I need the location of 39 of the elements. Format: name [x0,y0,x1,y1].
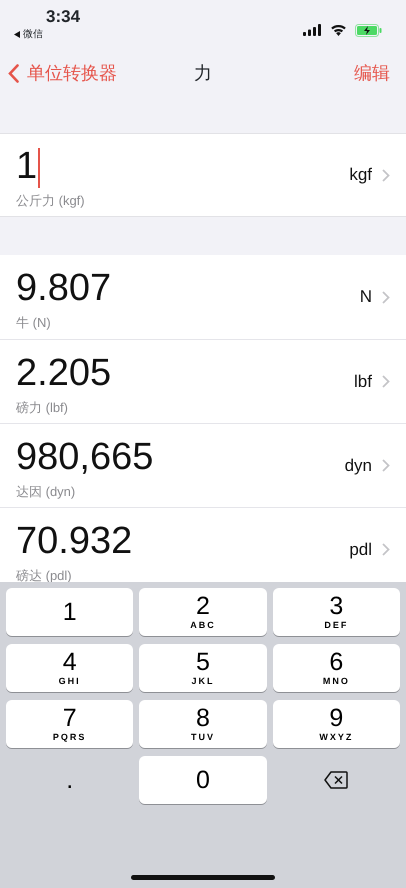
unit-name: 公斤力 (kgf) [16,192,85,210]
keypad-key[interactable]: 7 PQRS [6,700,134,748]
unit-selector[interactable]: pdl [349,536,390,562]
status-time: 3:34 [46,8,80,27]
unit-selector[interactable]: N [360,284,390,310]
decimal-key[interactable]: . [6,756,134,804]
chevron-icon [382,290,390,304]
converted-value: 70.932 [16,520,132,564]
converted-value: 980,665 [16,436,154,480]
delete-icon [324,771,348,789]
keypad-key[interactable]: 0 [139,756,267,804]
chevron-icon [382,459,390,472]
unit-name: 磅力 (lbf) [16,398,69,417]
unit-selector[interactable]: kgf [349,162,390,188]
converted-value: 9.807 [16,267,112,312]
keypad-key[interactable]: 1 [6,588,134,636]
wifi-icon [330,24,347,36]
unit-name: 达因 (dyn) [16,482,76,501]
number-input[interactable]: 1 [16,145,85,190]
back-chevron-icon [8,64,19,82]
nav-title: 力 [194,62,212,82]
keypad-key[interactable]: 3 DEF [272,588,400,636]
back-triangle-icon [14,30,20,38]
keypad-key[interactable]: 5 JKL [139,644,267,692]
unit-selector[interactable]: lbf [354,368,390,394]
back-to-app-link[interactable]: 微信 [23,26,43,42]
converted-value: 2.205 [16,352,112,396]
unit-name: 牛 (N) [16,314,52,332]
unit-selector[interactable]: dyn [344,452,390,478]
unit-name: 磅达 (pdl) [16,566,73,582]
keypad-key[interactable]: 6 MNO [272,644,400,692]
keypad-key[interactable]: 9 WXYZ [272,700,400,748]
signal-icon [303,24,322,36]
keypad-key[interactable]: 8 TUV [139,700,267,748]
keypad-key[interactable]: 4 GHI [6,644,134,692]
chevron-icon [382,543,390,556]
chevron-icon [382,375,390,388]
keypad-key[interactable]: 2 ABC [139,588,267,636]
chevron-icon [382,168,390,182]
